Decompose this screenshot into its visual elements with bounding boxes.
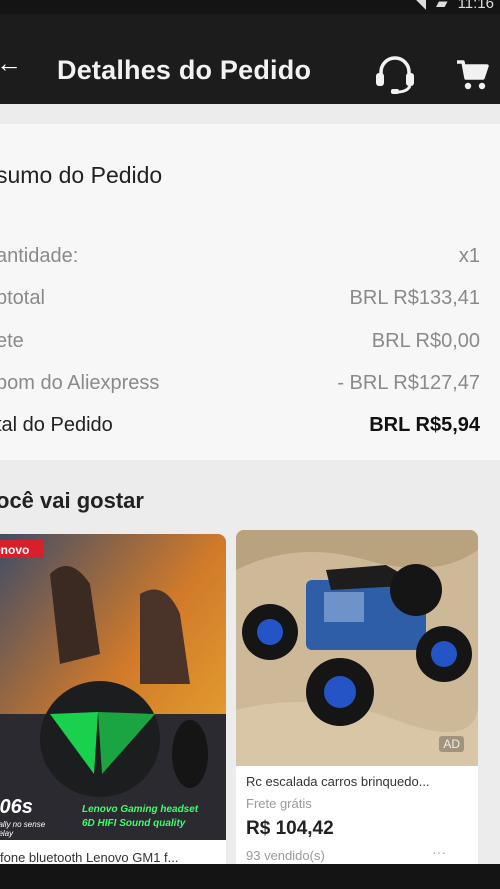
product-image-spec: .06s	[0, 796, 33, 818]
summary-label: ete	[0, 330, 24, 352]
page-title: Detalhes do Pedido	[57, 55, 312, 85]
summary-value: x1	[458, 245, 480, 267]
product-image-tagline: 6D HIFI Sound quality	[82, 818, 186, 829]
cart-icon[interactable]	[455, 58, 491, 92]
summary-row-subtotal: btotal BRL R$133,41	[0, 287, 480, 317]
summary-label: btotal	[0, 287, 45, 309]
product-image-tagline: Lenovo Gaming headset	[82, 804, 199, 815]
product-card[interactable]: enovo .06s ually no sense delay Lenovo G…	[0, 534, 226, 874]
wifi-icon: ▰	[436, 0, 448, 12]
sold-count: 93 vendido(s)	[246, 848, 325, 863]
product-image	[0, 534, 226, 840]
recommendations-title: ocê vai gostar	[0, 488, 144, 513]
status-bar: ◥ ▰ 11:16	[0, 0, 500, 14]
ad-badge: AD	[439, 736, 464, 752]
status-time: 11:16	[457, 0, 494, 12]
summary-value: - BRL R$127,47	[337, 372, 480, 394]
summary-row-shipping: ete BRL R$0,00	[0, 330, 480, 360]
system-nav-bar	[0, 864, 500, 889]
product-title: fone bluetooth Lenovo GM1 f...	[0, 850, 179, 865]
summary-row-coupon: pom do Aliexpress - BRL R$127,47	[0, 372, 480, 402]
summary-label: pom do Aliexpress	[0, 372, 160, 394]
more-options-icon[interactable]: ···	[432, 844, 446, 860]
order-summary-card: sumo do Pedido antidade: x1 btotal BRL R…	[0, 124, 500, 460]
product-price: R$ 104,42	[246, 818, 334, 839]
summary-value: BRL R$0,00	[371, 330, 480, 352]
shipping-label: Frete grátis	[246, 796, 312, 811]
signal-icon: ◥	[414, 0, 427, 12]
product-card[interactable]: AD Rc escalada carros brinquedo... Frete…	[236, 530, 478, 874]
summary-row-total: tal do Pedido BRL R$5,94	[0, 414, 480, 444]
headset-icon[interactable]	[373, 54, 417, 94]
order-summary-title: sumo do Pedido	[0, 162, 163, 188]
summary-value: BRL R$133,41	[349, 287, 480, 309]
order-total-value: BRL R$5,94	[369, 414, 480, 436]
product-image-caption: ually no sense	[0, 820, 46, 829]
summary-label: tal do Pedido	[0, 414, 113, 436]
brand-badge: enovo	[0, 543, 30, 557]
page-content: sumo do Pedido antidade: x1 btotal BRL R…	[0, 104, 500, 874]
arrow-back-icon[interactable]: ←	[0, 48, 22, 79]
product-image	[236, 530, 478, 766]
app-bar: ← Detalhes do Pedido	[0, 14, 500, 104]
summary-label: antidade:	[0, 245, 79, 267]
summary-row-quantity: antidade: x1	[0, 245, 480, 275]
product-image-caption: delay	[0, 829, 14, 838]
product-title: Rc escalada carros brinquedo...	[246, 774, 430, 789]
